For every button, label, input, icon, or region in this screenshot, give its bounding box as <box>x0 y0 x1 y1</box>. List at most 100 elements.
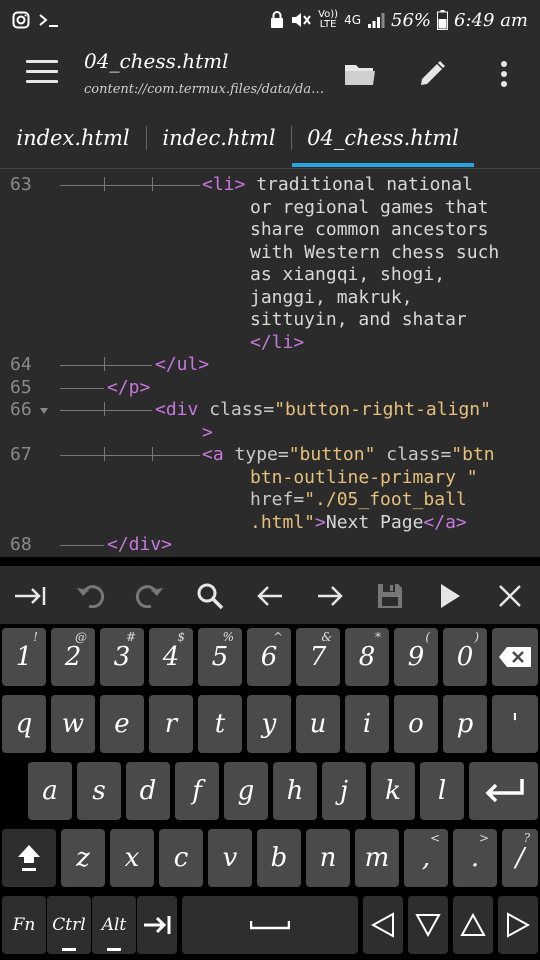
key-8[interactable]: * 8 <box>345 628 389 686</box>
arrow-left-icon <box>257 586 282 606</box>
close-file-button[interactable] <box>492 578 528 614</box>
shift-icon <box>18 845 40 871</box>
lock-icon <box>271 11 284 28</box>
arrow-right-icon <box>318 586 343 606</box>
key-s[interactable]: s <box>77 762 121 820</box>
tab-icon <box>15 587 46 605</box>
move-left-button[interactable] <box>252 578 288 614</box>
redo-button[interactable] <box>132 578 168 614</box>
key-c[interactable]: c <box>159 829 203 887</box>
arrow-left-key[interactable] <box>363 896 403 954</box>
key-o[interactable]: o <box>394 695 438 753</box>
save-button[interactable] <box>372 578 408 614</box>
alt-key[interactable]: Alt <box>92 896 136 954</box>
file-title: 04_chess.html <box>84 49 229 73</box>
key-p[interactable]: p <box>443 695 487 753</box>
key-comma[interactable]: <, <box>404 829 448 887</box>
key-slash[interactable]: ? / <box>502 829 538 887</box>
key-a[interactable]: a <box>28 762 72 820</box>
key-u[interactable]: u <box>296 695 340 753</box>
code-string: .html" <box>250 512 316 533</box>
indent-guide <box>60 365 152 366</box>
key-1[interactable]: ! 1 <box>2 628 46 686</box>
run-button[interactable] <box>432 578 468 614</box>
key-r[interactable]: r <box>149 695 193 753</box>
key-h[interactable]: h <box>273 762 317 820</box>
editor-toolbar <box>0 566 540 624</box>
status-bar-right: Vo)) LTE 4G 56% 6:49 am <box>270 10 540 31</box>
arrow-up-key[interactable] <box>453 896 493 954</box>
key-7[interactable]: & 7 <box>296 628 340 686</box>
key-5[interactable]: % 5 <box>198 628 242 686</box>
indent-guide <box>60 185 200 186</box>
run-icon <box>441 584 460 608</box>
terminal-icon <box>39 14 58 27</box>
key-v[interactable]: v <box>208 829 252 887</box>
line-number: 68 <box>10 534 32 555</box>
shift-key[interactable] <box>2 829 56 887</box>
key-d[interactable]: d <box>126 762 170 820</box>
backspace-key[interactable] <box>492 628 538 686</box>
key-e[interactable]: e <box>100 695 144 753</box>
code-tag: <div <box>155 399 199 420</box>
key-g[interactable]: g <box>224 762 268 820</box>
code-tag: > <box>202 422 213 443</box>
code-line: .html">Next Page</a> <box>250 512 467 533</box>
code-line: href="./05_foot_ball <box>250 489 467 510</box>
key-k[interactable]: k <box>371 762 415 820</box>
key-z[interactable]: z <box>61 829 105 887</box>
key-m[interactable]: m <box>355 829 399 887</box>
key-3[interactable]: #3 <box>100 628 144 686</box>
key-period[interactable]: >. <box>453 829 497 887</box>
tab-index-html[interactable]: index.html <box>0 108 146 168</box>
close-icon <box>499 585 521 607</box>
volte-indicator: Vo)) LTE <box>318 10 338 30</box>
more-vertical-icon <box>501 61 507 87</box>
key-2[interactable]: @2 <box>51 628 95 686</box>
key-q[interactable]: q <box>2 695 46 753</box>
code-attr: type= <box>223 444 289 465</box>
code-line: <a type="button" class="btn <box>202 444 495 465</box>
search-button[interactable] <box>192 578 228 614</box>
move-right-button[interactable] <box>312 578 348 614</box>
arrow-right-key[interactable] <box>498 896 538 954</box>
ctrl-key[interactable]: Ctrl <box>47 896 91 954</box>
key-6[interactable]: ^ 6 <box>247 628 291 686</box>
menu-icon[interactable] <box>26 60 58 86</box>
code-editor[interactable]: 63 64 65 66 67 68 <li> traditional natio… <box>0 169 540 557</box>
redo-icon <box>135 585 163 608</box>
fn-key[interactable]: Fn <box>2 896 46 954</box>
open-folder-button[interactable] <box>342 56 378 92</box>
arrow-down-key[interactable] <box>408 896 448 954</box>
space-key[interactable] <box>182 896 358 954</box>
enter-key[interactable] <box>469 762 538 820</box>
tab-key[interactable] <box>137 896 177 954</box>
tab-04-chess-html[interactable]: 04_chess.html <box>292 108 474 168</box>
key-t[interactable]: t <box>198 695 242 753</box>
pencil-icon <box>421 61 445 85</box>
key-w[interactable]: w <box>51 695 95 753</box>
key-b[interactable]: b <box>257 829 301 887</box>
key-n[interactable]: n <box>306 829 350 887</box>
key-0[interactable]: ) 0 <box>443 628 487 686</box>
fold-arrow-icon[interactable] <box>40 408 48 414</box>
key-j[interactable]: j <box>322 762 366 820</box>
code-string: "button" <box>288 444 376 465</box>
key-quote[interactable]: ' <box>492 695 538 753</box>
line-number-gutter: 63 64 65 66 67 68 <box>0 169 56 557</box>
tab-indec-html[interactable]: indec.html <box>147 108 291 168</box>
edit-button[interactable] <box>414 56 450 92</box>
key-9[interactable]: (9 <box>394 628 438 686</box>
indent-button[interactable] <box>12 578 48 614</box>
indent-guide <box>60 388 104 389</box>
code-tag: </ul> <box>155 354 210 375</box>
line-number: 66 <box>10 399 32 420</box>
key-x[interactable]: x <box>110 829 154 887</box>
undo-button[interactable] <box>72 578 108 614</box>
key-l[interactable]: l <box>420 762 464 820</box>
key-4[interactable]: $4 <box>149 628 193 686</box>
key-f[interactable]: f <box>175 762 219 820</box>
key-i[interactable]: i <box>345 695 389 753</box>
key-y[interactable]: y <box>247 695 291 753</box>
overflow-menu-button[interactable] <box>486 56 522 92</box>
